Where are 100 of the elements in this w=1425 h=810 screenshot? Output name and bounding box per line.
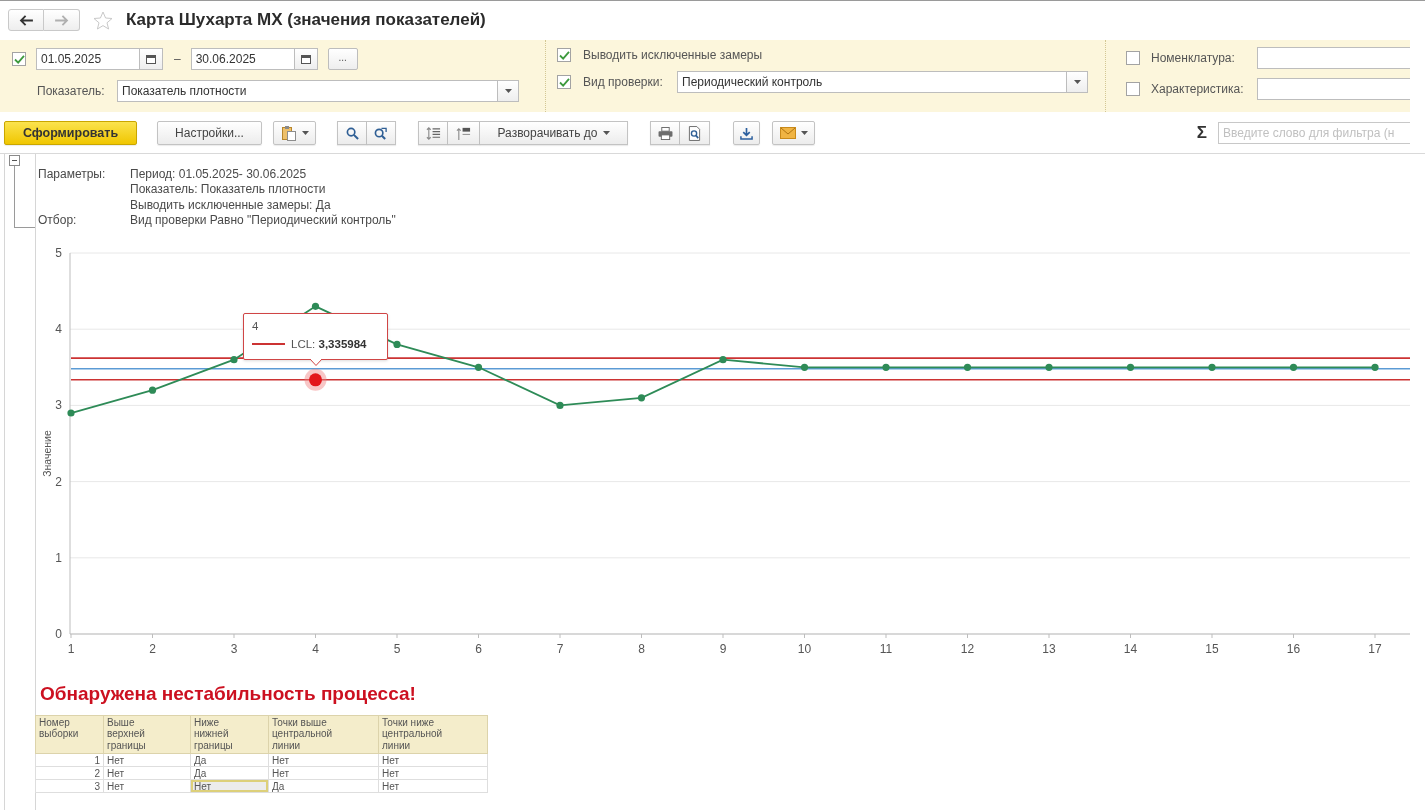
collapse-groups-button[interactable]	[448, 121, 480, 145]
axis-tick-label: 9	[719, 641, 727, 656]
caret-icon	[1073, 80, 1081, 84]
checkbox[interactable]	[1126, 82, 1140, 96]
param-value: Показатель: Показатель плотности	[130, 182, 326, 198]
data-point	[1126, 363, 1135, 371]
checkbox-label: Выводить исключенные замеры	[583, 48, 763, 62]
axis-tick-label: 17	[1368, 641, 1382, 656]
calendar-button[interactable]	[140, 48, 163, 70]
dropdown-button[interactable]	[498, 80, 519, 102]
tooltip-value: LCL: 3,335984	[291, 337, 367, 352]
column-header: Ниже нижней границы	[190, 715, 269, 754]
indicator-combo[interactable]: Показатель плотности	[117, 80, 498, 102]
date-separator: –	[174, 52, 181, 66]
data-point	[393, 340, 401, 348]
date-from-field[interactable]: 01.05.2025	[36, 48, 140, 70]
envelope-icon	[779, 127, 796, 139]
period-menu-button[interactable]: ...	[327, 48, 358, 70]
axis-tick-label: 4	[55, 321, 62, 336]
column-header: Номер выборки	[35, 715, 104, 754]
date-to-field[interactable]: 30.06.2025	[190, 48, 295, 70]
axis-tick-label: 15	[1205, 641, 1219, 656]
checkmark-icon	[558, 50, 570, 60]
legend-line-icon	[252, 343, 285, 346]
magnifier-arrow-icon	[374, 126, 388, 140]
axis-tick-label: 5	[55, 245, 62, 260]
data-point	[637, 393, 646, 401]
expand-groups-button[interactable]	[418, 121, 448, 145]
axis-tick-label: 10	[797, 641, 812, 656]
data-point	[1045, 363, 1053, 371]
group-bracket	[14, 166, 35, 228]
axis-tick-label: 7	[556, 641, 564, 656]
axis-tick-label: 8	[638, 641, 645, 656]
generate-button[interactable]: Сформировать	[4, 121, 137, 145]
minus-box-icon[interactable]	[9, 155, 20, 166]
find-button[interactable]	[337, 121, 367, 145]
tooltip-title: 4	[252, 319, 260, 334]
axis-tick-label: 12	[960, 641, 975, 656]
data-point	[963, 363, 972, 371]
column-header: Выше верхней границы	[103, 715, 191, 754]
arrow-right-icon	[54, 14, 69, 26]
axis-tick-label: 3	[230, 641, 238, 656]
checkbox[interactable]	[12, 52, 26, 66]
data-point	[311, 302, 320, 310]
data-point	[800, 363, 809, 371]
param-label: Параметры:	[38, 167, 107, 183]
page-magnifier-icon	[688, 125, 701, 141]
print-button[interactable]	[650, 121, 680, 145]
highlight-marker-icon	[304, 368, 327, 391]
caret-icon	[504, 89, 512, 93]
param-value: Выводить исключенные замеры: Да	[130, 197, 331, 214]
checkbox[interactable]	[557, 75, 571, 89]
param-value: Вид проверки Равно "Периодический контроль"	[130, 213, 396, 229]
back-button[interactable]	[8, 9, 44, 31]
preview-button[interactable]	[680, 121, 710, 145]
axis-tick-label: 1	[55, 550, 62, 565]
axis-tick-label: 16	[1286, 641, 1301, 656]
checkmark-icon	[558, 77, 570, 87]
column-header: Точки ниже центральной линии	[378, 715, 488, 754]
star-icon[interactable]	[93, 10, 113, 30]
checkbox-label: Номенклатура:	[1151, 51, 1236, 65]
calendar-button[interactable]	[294, 48, 318, 70]
data-point	[230, 355, 238, 363]
checkbox[interactable]	[557, 48, 571, 62]
printer-icon	[657, 126, 673, 140]
data-point	[1208, 363, 1216, 371]
nomenclature-field[interactable]	[1257, 47, 1410, 69]
data-point	[148, 386, 157, 394]
check-type-combo[interactable]: Периодический контроль	[677, 71, 1067, 93]
arrow-bar-icon	[456, 125, 471, 141]
characteristic-field[interactable]	[1257, 78, 1410, 100]
download-icon	[740, 126, 753, 140]
data-point	[67, 409, 75, 417]
sum-symbol[interactable]: Σ	[1196, 123, 1207, 143]
find-next-button[interactable]	[367, 121, 396, 145]
axis-tick-label: 6	[475, 641, 482, 656]
axis-tick-label: 0	[55, 626, 62, 641]
data-point	[1371, 363, 1379, 371]
numbered-list-icon	[425, 125, 441, 141]
window-title: Карта Шухарта МХ (значения показателей)	[126, 10, 486, 30]
param-value: Период: 01.05.2025- 30.06.2025	[130, 167, 307, 183]
column-header: Точки выше центральной линии	[268, 715, 379, 754]
axis-tick-label: 5	[393, 641, 401, 656]
axis-tick-label: 11	[879, 641, 893, 656]
checkmark-icon	[13, 54, 25, 64]
copy-menu-button[interactable]	[273, 121, 316, 145]
data-point	[556, 401, 564, 409]
caret-icon	[800, 131, 808, 135]
alert-heading: Обнаружена нестабильность процесса!	[40, 682, 416, 705]
axis-tick-label: 3	[55, 398, 62, 412]
axis-tick-label: 13	[1042, 641, 1056, 656]
clipboard-icon	[280, 125, 297, 141]
export-button[interactable]	[733, 121, 760, 145]
expand-to-button[interactable]: Разворачивать до	[480, 121, 628, 145]
dropdown-button[interactable]	[1067, 71, 1088, 93]
checkbox[interactable]	[1126, 51, 1140, 65]
send-menu-button[interactable]	[772, 121, 815, 145]
settings-button[interactable]: Настройки...	[157, 121, 262, 145]
arrow-left-icon	[18, 14, 34, 26]
data-point	[882, 363, 890, 371]
